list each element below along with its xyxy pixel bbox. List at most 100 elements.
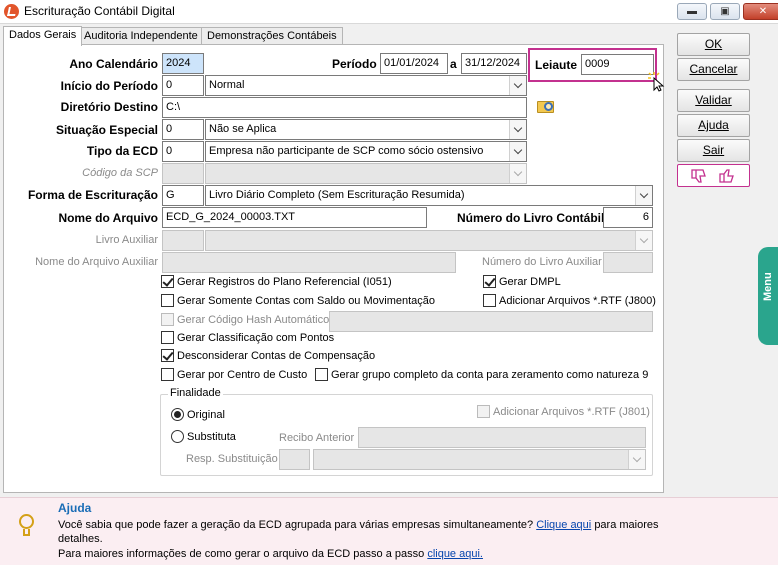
- situacao-especial-code-input[interactable]: 0: [162, 119, 204, 140]
- menu-side-tab[interactable]: Menu: [758, 247, 778, 345]
- chevron-down-icon[interactable]: [635, 186, 652, 205]
- help-panel: Ajuda Você sabia que pode fazer a geraçã…: [0, 497, 778, 565]
- codigo-scp-label: Código da SCP: [82, 167, 158, 179]
- ok-label: OK: [704, 37, 723, 51]
- compensacao-label: Desconsiderar Contas de Compensação: [177, 350, 376, 362]
- periodo-separator: a: [450, 57, 457, 71]
- forma-escrituracao-select[interactable]: Livro Diário Completo (Sem Escrituração …: [205, 185, 653, 206]
- resp-substituicao-select: [313, 449, 646, 470]
- ano-calendario-input[interactable]: 2024: [162, 53, 204, 74]
- tab-demonstracoes-contabeis[interactable]: Demonstrações Contábeis: [201, 27, 343, 45]
- situacao-especial-value: Não se Aplica: [209, 123, 277, 135]
- chevron-down-icon: [635, 231, 652, 250]
- situacao-especial-label: Situação Especial: [55, 123, 158, 137]
- centro-custo-checkbox[interactable]: Gerar por Centro de Custo: [161, 368, 307, 384]
- diretorio-destino-input[interactable]: C:\: [162, 97, 527, 118]
- folder-search-icon[interactable]: [537, 98, 556, 114]
- sair-label: Sair: [702, 143, 725, 157]
- nome-arquivo-auxiliar-input: [162, 252, 456, 273]
- rtf-j801-checkbox: Adicionar Arquivos *.RTF (J801): [477, 405, 650, 421]
- livro-auxiliar-select: [205, 230, 653, 251]
- window-title: Escrituração Contábil Digital: [24, 4, 175, 18]
- thumbs-up-icon[interactable]: [718, 168, 736, 184]
- help-text-1: Você sabia que pode fazer a geração da E…: [58, 519, 534, 531]
- close-button[interactable]: ✕: [743, 3, 778, 20]
- plano-referencial-label: Gerar Registros do Plano Referencial (I0…: [177, 276, 392, 288]
- numero-livro-label: Número do Livro Contábil: [457, 211, 605, 225]
- original-radio[interactable]: Original: [171, 408, 225, 424]
- inicio-periodo-select[interactable]: Normal: [205, 75, 527, 96]
- chevron-down-icon: [628, 450, 645, 469]
- chevron-down-icon[interactable]: [509, 76, 526, 95]
- resp-substituicao-code-input: [279, 449, 310, 470]
- codigo-scp-code-input: [162, 163, 204, 184]
- finalidade-title: Finalidade: [168, 387, 223, 399]
- numero-livro-input[interactable]: 6: [603, 207, 653, 228]
- thumbs-down-icon[interactable]: [690, 168, 708, 184]
- validar-label: Validar: [695, 93, 732, 107]
- minimize-button[interactable]: ▬: [677, 3, 707, 20]
- classificacao-label: Gerar Classificação com Pontos: [177, 332, 335, 344]
- substituta-label: Substituta: [187, 431, 236, 443]
- chevron-down-icon[interactable]: [509, 120, 526, 139]
- ano-calendario-label: Ano Calendário: [69, 57, 158, 71]
- substituta-radio[interactable]: Substituta: [171, 430, 236, 446]
- tipo-ecd-value: Empresa não participante de SCP como sóc…: [209, 145, 484, 157]
- grupo-completo-label: Gerar grupo completo da conta para zeram…: [331, 369, 649, 381]
- nome-arquivo-input[interactable]: ECD_G_2024_00003.TXT: [162, 207, 427, 228]
- rtf-j800-label: Adicionar Arquivos *.RTF (J800): [499, 295, 656, 307]
- leiaute-input[interactable]: 0009: [581, 54, 654, 75]
- help-line-2: detalhes.: [58, 533, 103, 545]
- grupo-completo-checkbox[interactable]: Gerar grupo completo da conta para zeram…: [315, 368, 648, 384]
- inicio-periodo-label: Início do Período: [60, 79, 158, 93]
- recibo-anterior-input: [358, 427, 646, 448]
- rtf-j801-label: Adicionar Arquivos *.RTF (J801): [493, 406, 650, 418]
- forma-escrituracao-value: Livro Diário Completo (Sem Escrituração …: [209, 189, 465, 201]
- rtf-j800-checkbox[interactable]: Adicionar Arquivos *.RTF (J800): [483, 294, 656, 310]
- compensacao-checkbox[interactable]: Desconsiderar Contas de Compensação: [161, 349, 375, 365]
- chevron-down-icon[interactable]: [509, 142, 526, 161]
- dmpl-label: Gerar DMPL: [499, 276, 561, 288]
- help-link-batch[interactable]: Clique aqui: [536, 519, 591, 531]
- codigo-scp-select: [205, 163, 527, 184]
- nome-arquivo-label: Nome do Arquivo: [58, 211, 158, 225]
- restore-button[interactable]: ▣: [710, 3, 740, 20]
- somente-contas-label: Gerar Somente Contas com Saldo ou Movime…: [177, 295, 436, 307]
- tipo-ecd-code-input[interactable]: 0: [162, 141, 204, 162]
- sair-button[interactable]: Sair: [677, 139, 750, 162]
- help-line-1: Você sabia que pode fazer a geração da E…: [58, 519, 659, 531]
- tipo-ecd-select[interactable]: Empresa não participante de SCP como sóc…: [205, 141, 527, 162]
- recibo-anterior-label: Recibo Anterior: [279, 432, 355, 444]
- periodo-end-input[interactable]: 31/12/2024: [461, 53, 527, 74]
- help-text-1-end: para maiores: [594, 519, 659, 531]
- app-logo-icon: [4, 4, 19, 19]
- nome-arquivo-auxiliar-label: Nome do Arquivo Auxiliar: [35, 256, 158, 268]
- cancelar-button[interactable]: Cancelar: [677, 58, 750, 81]
- numero-livro-auxiliar-input: [603, 252, 653, 273]
- dmpl-checkbox[interactable]: Gerar DMPL: [483, 275, 561, 291]
- chevron-down-icon: [509, 164, 526, 183]
- resp-substituicao-label: Resp. Substituição: [186, 453, 278, 465]
- tab-auditoria-independente[interactable]: Auditoria Independente: [78, 27, 204, 45]
- tab-dados-gerais[interactable]: Dados Gerais: [3, 26, 83, 46]
- ok-button[interactable]: OK: [677, 33, 750, 56]
- inicio-periodo-value: Normal: [209, 79, 245, 91]
- forma-escrituracao-label: Forma de Escrituração: [27, 188, 158, 202]
- somente-contas-checkbox[interactable]: Gerar Somente Contas com Saldo ou Movime…: [161, 294, 435, 310]
- inicio-periodo-code-input[interactable]: 0: [162, 75, 204, 96]
- cancelar-label: Cancelar: [689, 62, 738, 76]
- situacao-especial-select[interactable]: Não se Aplica: [205, 119, 527, 140]
- help-link-step-by-step[interactable]: clique aqui.: [427, 548, 483, 560]
- livro-auxiliar-label: Livro Auxiliar: [95, 234, 158, 246]
- help-text-3: Para maiores informações de como gerar o…: [58, 548, 425, 560]
- hash-input: [329, 311, 653, 332]
- leiaute-label: Leiaute: [535, 58, 578, 72]
- plano-referencial-checkbox[interactable]: Gerar Registros do Plano Referencial (I0…: [161, 275, 392, 291]
- validar-button[interactable]: Validar: [677, 89, 750, 112]
- ajuda-button[interactable]: Ajuda: [677, 114, 750, 137]
- periodo-start-input[interactable]: 01/01/2024: [380, 53, 448, 74]
- title-bar: Escrituração Contábil Digital ▬ ▣ ✕: [0, 0, 778, 24]
- forma-escrituracao-code-input[interactable]: G: [162, 185, 204, 206]
- classificacao-checkbox[interactable]: Gerar Classificação com Pontos: [161, 331, 334, 347]
- mouse-cursor-icon: [646, 70, 668, 95]
